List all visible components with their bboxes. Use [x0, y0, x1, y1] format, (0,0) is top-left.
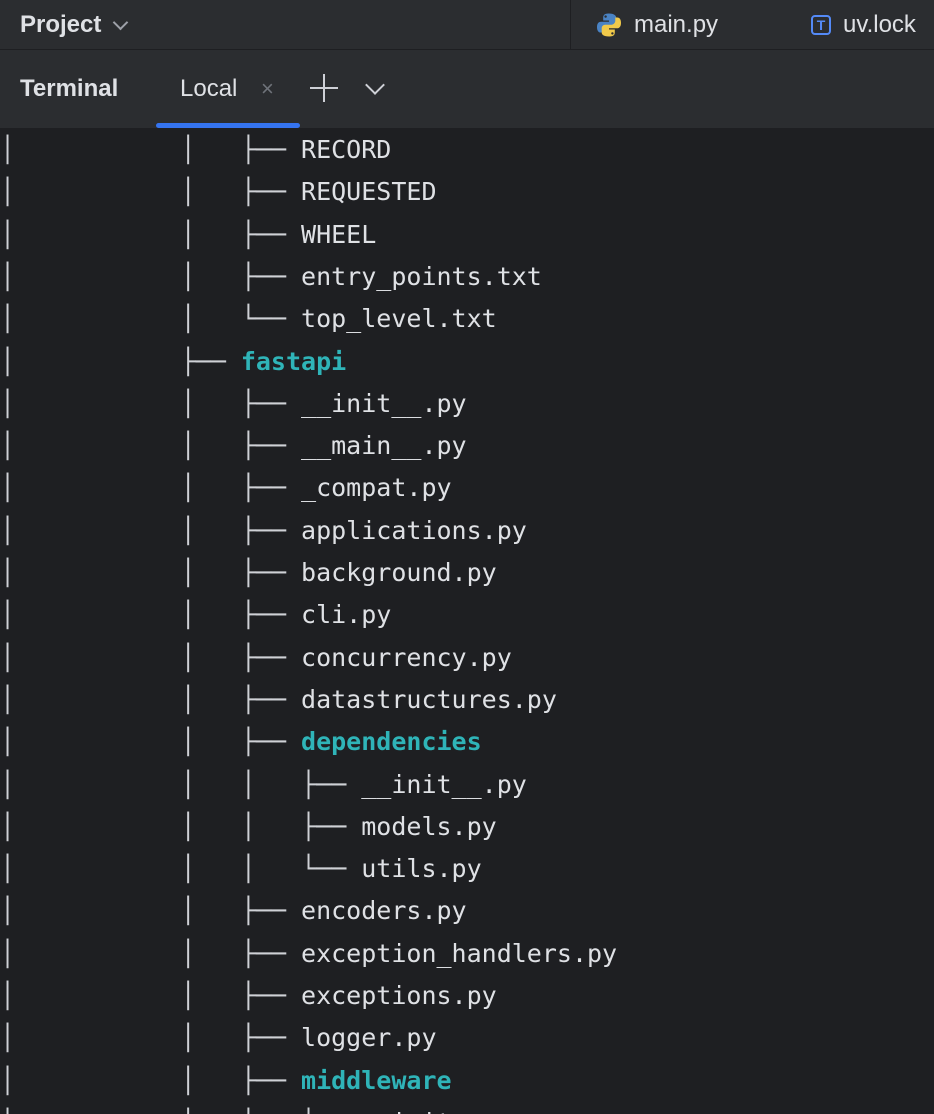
terminal-output[interactable]: │ │ ├── RECORD │ │ ├── REQUESTED │ │ ├── W… [0, 128, 934, 1114]
tree-prefix: │ │ ├── [0, 388, 302, 418]
file-name: logger.py [301, 1023, 437, 1053]
terminal-line: │ │ ├── _compat.py [0, 467, 452, 509]
tree-prefix: │ │ ├── [0, 600, 302, 630]
tree-prefix: │ │ ├── [0, 177, 302, 207]
terminal-line: │ │ ├── encoders.py [0, 890, 467, 932]
new-tab-plus-icon[interactable] [310, 74, 338, 102]
file-name: __init__.py [301, 388, 467, 418]
tab-label: main.py [634, 11, 719, 38]
directory-name: dependencies [301, 727, 482, 757]
python-file-icon [597, 13, 621, 37]
top-toolbar: Project main.py T uv.lock [0, 0, 934, 50]
tree-prefix: │ ├── [0, 346, 241, 376]
terminal-line: │ │ ├── exception_handlers.py [0, 933, 617, 975]
tree-prefix: │ │ ├── [0, 938, 302, 968]
file-name: encoders.py [301, 896, 467, 926]
file-name: cli.py [301, 600, 392, 630]
terminal-toolbar: Terminal Local × [0, 50, 934, 128]
editor-tab-strip: main.py T uv.lock [570, 0, 934, 50]
tab-local[interactable]: Local × [156, 50, 300, 128]
file-name: utils.py [361, 854, 482, 884]
tab-uv-lock[interactable]: T uv.lock [811, 0, 916, 50]
terminal-line: │ │ │ ├── __init__.py [0, 1102, 527, 1114]
tab-label: uv.lock [843, 11, 916, 38]
tree-prefix: │ │ │ └── [0, 854, 362, 884]
tab-local-label: Local [180, 75, 238, 102]
terminal-line: │ │ ├── concurrency.py [0, 637, 512, 679]
tree-prefix: │ │ ├── [0, 642, 302, 672]
tree-prefix: │ │ ├── [0, 261, 302, 291]
file-name: RECORD [301, 135, 392, 164]
terminal-line: │ │ ├── exceptions.py [0, 975, 497, 1017]
terminal-line: │ │ ├── WHEEL [0, 214, 376, 256]
tree-prefix: │ │ ├── [0, 473, 302, 503]
file-name: __init__.py [361, 1108, 527, 1114]
terminal-line: │ │ ├── applications.py [0, 510, 527, 552]
terminal-line: │ │ ├── logger.py [0, 1017, 437, 1059]
terminal-line: │ │ │ ├── __init__.py [0, 764, 527, 806]
chevron-down-icon[interactable] [113, 14, 129, 30]
file-name: _compat.py [301, 473, 452, 503]
file-name: exceptions.py [301, 981, 497, 1010]
tree-prefix: │ │ ├── [0, 684, 302, 714]
directory-name: middleware [301, 1065, 452, 1095]
text-file-icon: T [811, 15, 831, 35]
terminal-line: │ │ └── top_level.txt [0, 298, 497, 340]
tree-prefix: │ │ │ ├── [0, 1108, 361, 1114]
tree-prefix: │ │ ├── [0, 1023, 302, 1053]
file-name: __main__.py [301, 431, 467, 461]
tree-prefix: │ │ ├── [0, 727, 302, 757]
terminal-line: │ │ ├── datastructures.py [0, 679, 557, 721]
tree-prefix: │ │ ├── [0, 896, 302, 926]
tree-prefix: │ │ │ ├── [0, 811, 362, 841]
tree-prefix: │ │ └── [0, 304, 302, 334]
chevron-down-icon[interactable] [365, 75, 385, 95]
tree-prefix: │ │ ├── [0, 558, 302, 587]
tab-main-py[interactable]: main.py [596, 0, 718, 50]
terminal-line: │ │ ├── middleware [0, 1060, 452, 1102]
terminal-line: │ │ ├── dependencies [0, 721, 482, 763]
file-name: models.py [361, 811, 497, 841]
terminal-title: Terminal [20, 75, 119, 102]
terminal-line: │ │ │ ├── models.py [0, 806, 497, 848]
terminal-line: │ │ ├── __main__.py [0, 425, 467, 467]
file-name: __init__.py [361, 769, 527, 799]
file-name: background.py [301, 558, 497, 587]
tree-prefix: │ │ ├── [0, 431, 302, 461]
file-name: WHEEL [301, 219, 377, 249]
terminal-line: │ │ ├── REQUESTED [0, 171, 437, 213]
tree-prefix: │ │ ├── [0, 135, 302, 164]
file-name: top_level.txt [301, 304, 497, 334]
project-view-selector[interactable]: Project [20, 0, 129, 50]
close-icon[interactable]: × [261, 76, 274, 102]
file-name: entry_points.txt [301, 261, 542, 291]
terminal-line: │ │ ├── entry_points.txt [0, 256, 542, 298]
tree-prefix: │ │ │ ├── [0, 769, 362, 799]
tree-prefix: │ │ ├── [0, 1065, 302, 1095]
tree-prefix: │ │ ├── [0, 515, 302, 545]
file-name: concurrency.py [301, 642, 512, 672]
terminal-line: │ │ ├── cli.py [0, 594, 391, 636]
directory-name: fastapi [240, 346, 347, 376]
terminal-line: │ │ ├── background.py [0, 552, 497, 594]
tree-prefix: │ │ ├── [0, 219, 302, 249]
project-label: Project [20, 11, 102, 38]
terminal-line: │ │ ├── __init__.py [0, 383, 467, 425]
terminal-line: │ ├── fastapi [0, 341, 346, 383]
file-name: REQUESTED [301, 177, 437, 207]
tree-prefix: │ │ ├── [0, 981, 302, 1010]
file-name: datastructures.py [301, 684, 557, 714]
terminal-line: │ │ ├── RECORD [0, 129, 391, 171]
file-name: exception_handlers.py [301, 938, 618, 968]
terminal-line: │ │ │ └── utils.py [0, 848, 482, 890]
file-name: applications.py [301, 515, 527, 545]
